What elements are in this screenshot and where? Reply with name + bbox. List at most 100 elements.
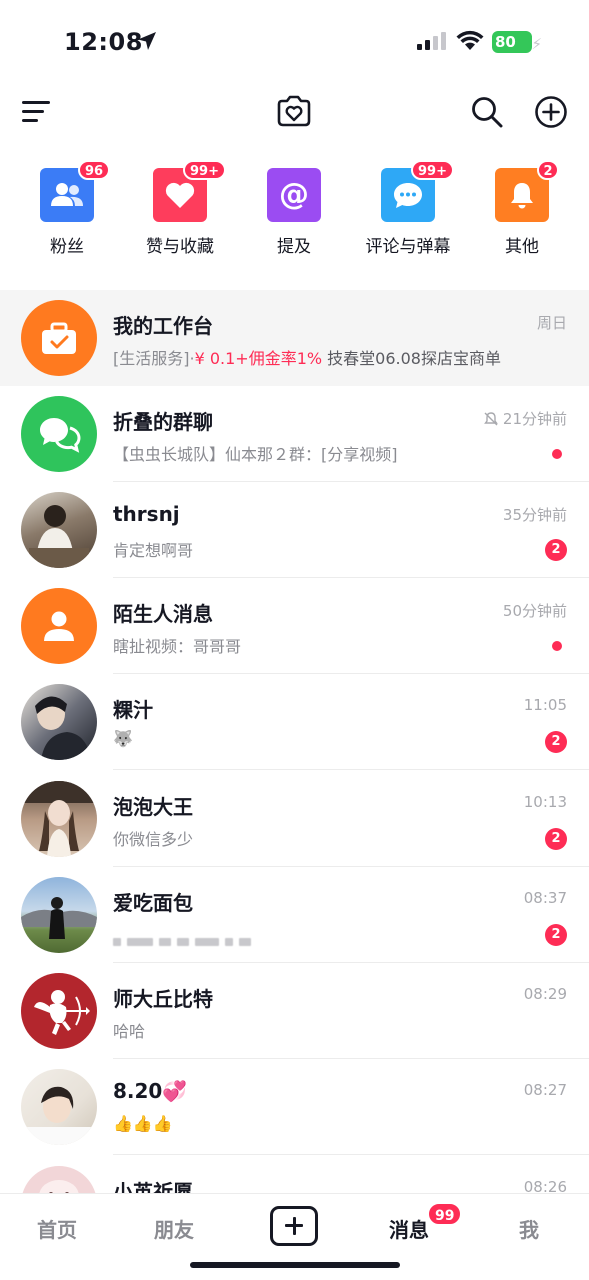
add-circle-icon[interactable] xyxy=(534,95,568,129)
status-time: 12:08 xyxy=(64,28,143,56)
battery-level: 80 xyxy=(495,33,516,51)
avatar xyxy=(21,781,97,857)
avatar xyxy=(21,300,97,376)
conversation-name: 折叠的群聊 xyxy=(113,410,213,434)
chat-bubble-icon xyxy=(394,183,422,208)
charging-bolt-icon: ⚡ xyxy=(531,35,542,53)
avatar xyxy=(21,492,97,568)
home-indicator xyxy=(190,1262,400,1268)
create-button[interactable] xyxy=(270,1206,318,1246)
conversation-preview: 肯定想啊哥 xyxy=(113,541,194,560)
divider xyxy=(113,769,589,770)
user-photo-paopao xyxy=(21,781,97,857)
unread-badge: 2 xyxy=(545,731,567,753)
conversation-name: 师大丘比特 xyxy=(113,987,213,1011)
preview-highlight: ¥ 0.1+佣金率1% xyxy=(194,349,323,368)
top-nav xyxy=(0,88,589,138)
category-badge: 99+ xyxy=(411,160,454,180)
conversation-aichi-mianbao[interactable]: 爱吃面包 08:37 2 xyxy=(0,867,589,963)
unread-badge: 2 xyxy=(545,828,567,850)
conversation-preview-blurred xyxy=(113,931,257,950)
wifi-icon xyxy=(456,30,484,50)
category-tile: @ xyxy=(267,168,321,222)
conversation-time: 21分钟前 xyxy=(483,408,567,429)
preview-prefix: [生活服务]· xyxy=(113,349,195,368)
conversation-preview: 哈哈 xyxy=(113,1022,146,1041)
category-label: 评论与弹幕 xyxy=(365,237,451,257)
group-chat-icon xyxy=(40,418,81,453)
briefcase-icon xyxy=(42,322,76,354)
conversation-name: 我的工作台 xyxy=(113,314,213,338)
battery-indicator: 80 ⚡ xyxy=(492,31,542,53)
conversation-time: 08:37 xyxy=(523,889,567,907)
conversation-stranger-messages[interactable]: 陌生人消息 瞎扯视频：哥哥哥 50分钟前 xyxy=(0,578,589,674)
preview-suffix: 技春堂06.08探店宝商单 xyxy=(322,349,501,368)
user-photo-guozhi xyxy=(35,696,91,760)
category-badge: 2 xyxy=(537,160,559,180)
user-photo-820 xyxy=(21,1086,97,1145)
category-label: 赞与收藏 xyxy=(146,237,214,257)
avatar xyxy=(21,877,97,953)
heart-icon xyxy=(165,182,195,208)
category-label: 其他 xyxy=(505,237,539,257)
tab-me[interactable]: 我 xyxy=(519,1214,539,1243)
at-icon: @ xyxy=(279,177,309,212)
unread-badge: 2 xyxy=(545,539,567,561)
conversation-8-20[interactable]: 8.20💞 👍👍👍 08:27 xyxy=(0,1059,589,1155)
conversation-time: 11:05 xyxy=(523,696,567,714)
people-icon xyxy=(51,183,83,206)
conversation-time: 周日 xyxy=(536,314,567,332)
user-photo-thrsnj xyxy=(29,505,89,568)
divider xyxy=(113,1154,589,1155)
conversation-guozhi[interactable]: 粿汁 🐺 11:05 2 xyxy=(0,674,589,770)
conversation-preview: [生活服务]·¥ 0.1+佣金率1% 技春堂06.08探店宝商单 xyxy=(113,345,501,369)
conversation-name: 粿汁 xyxy=(113,698,153,722)
conversation-name: thrsnj xyxy=(113,502,180,526)
unread-badge: 2 xyxy=(545,924,567,946)
conversation-time: 08:27 xyxy=(523,1081,567,1099)
bell-icon xyxy=(511,183,533,209)
conversation-shida-qiubite[interactable]: 师大丘比特 哈哈 08:29 xyxy=(0,963,589,1059)
conversation-name: 8.20💞 xyxy=(113,1079,188,1103)
avatar xyxy=(21,588,97,664)
conversation-preview: 你微信多少 xyxy=(113,830,194,849)
cupid-logo xyxy=(34,990,90,1035)
search-icon[interactable] xyxy=(470,95,504,129)
category-label: 提及 xyxy=(277,237,311,257)
conversation-preview: 👍👍👍 xyxy=(113,1114,173,1133)
person-icon xyxy=(44,611,74,641)
conversation-preview: 瞎扯视频：哥哥哥 xyxy=(113,637,242,656)
tab-home[interactable]: 首页 xyxy=(37,1214,77,1243)
status-bar: 12:08 80 ⚡ xyxy=(0,0,589,88)
conversation-time: 08:29 xyxy=(523,985,567,1003)
location-arrow-icon xyxy=(138,32,156,50)
avatar xyxy=(21,396,97,472)
muted-bell-icon xyxy=(484,412,498,426)
cellular-signal-icon xyxy=(417,32,446,50)
conversation-name: 陌生人消息 xyxy=(113,602,213,626)
user-photo-aichi xyxy=(21,897,97,939)
category-badge: 96 xyxy=(78,160,111,180)
conversation-thrsnj[interactable]: thrsnj 肯定想啊哥 35分钟前 2 xyxy=(0,482,589,578)
menu-icon[interactable] xyxy=(22,98,54,126)
conversation-folded-groups[interactable]: 折叠的群聊 【虫虫长城队】仙本那２群：[分享视频] 21分钟前 xyxy=(0,386,589,482)
tab-messages[interactable]: 消息 xyxy=(389,1214,429,1243)
conversation-time: 50分钟前 xyxy=(502,602,567,620)
tab-friends[interactable]: 朋友 xyxy=(154,1214,194,1243)
conversation-time: 35分钟前 xyxy=(502,506,567,524)
unread-dot xyxy=(552,641,562,651)
avatar xyxy=(21,1069,97,1145)
conversation-preview: 🐺 xyxy=(113,729,133,748)
conversation-name: 泡泡大王 xyxy=(113,795,193,819)
avatar xyxy=(21,973,97,1049)
category-label: 粉丝 xyxy=(50,237,84,257)
conversation-time: 10:13 xyxy=(523,793,567,811)
unread-dot xyxy=(552,449,562,459)
conversation-paopao[interactable]: 泡泡大王 你微信多少 10:13 2 xyxy=(0,771,589,867)
avatar xyxy=(21,684,97,760)
messages-badge: 99 xyxy=(427,1202,463,1226)
camera-heart-icon[interactable] xyxy=(276,94,312,130)
conversation-preview: 【虫虫长城队】仙本那２群：[分享视频] xyxy=(113,445,398,464)
conversation-workbench[interactable]: 我的工作台 [生活服务]·¥ 0.1+佣金率1% 技春堂06.08探店宝商单 周… xyxy=(0,290,589,386)
conversation-name: 爱吃面包 xyxy=(113,891,193,915)
